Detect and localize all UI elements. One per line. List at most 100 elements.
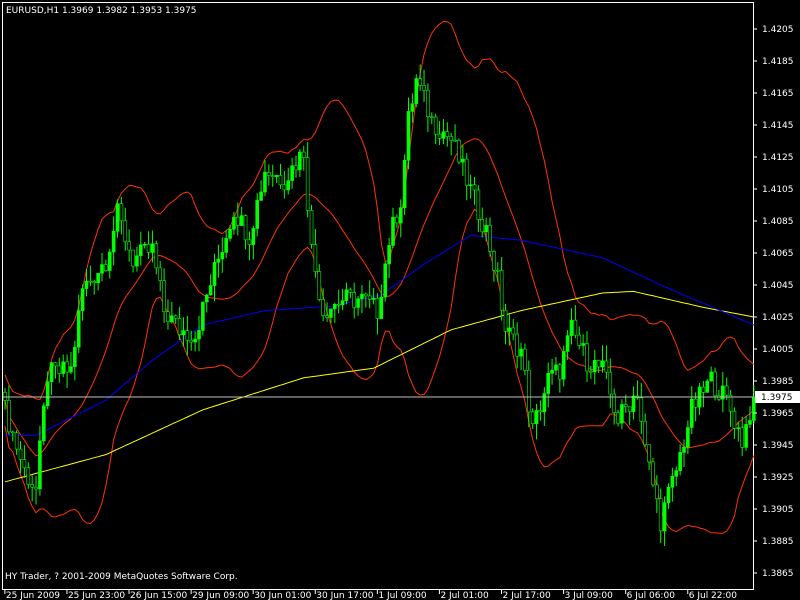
candle-body <box>589 370 593 373</box>
candle-body <box>701 386 706 393</box>
candle-body <box>127 241 131 251</box>
candle-body <box>519 348 523 357</box>
y-tick-label: 1.4105 <box>762 185 794 195</box>
x-tick-label: 2 Jul 17:00 <box>503 591 552 600</box>
candle-body <box>69 366 73 373</box>
candle-body <box>321 299 325 316</box>
candle-body <box>429 116 434 119</box>
x-tick-label: 3 Jul 09:00 <box>565 591 614 600</box>
candle-body <box>352 292 357 308</box>
candle-body <box>212 261 217 286</box>
candle-body <box>88 280 93 283</box>
candle-body <box>294 165 298 171</box>
candle-body <box>585 343 589 372</box>
candle-body <box>18 448 23 460</box>
y-tick-label: 1.4125 <box>762 153 794 163</box>
y-tick-label: 1.3985 <box>762 377 794 387</box>
y-tick-label: 1.3865 <box>762 569 794 579</box>
candle-body <box>499 270 504 311</box>
candle-body <box>65 361 69 373</box>
candle-body <box>461 158 465 163</box>
candle-body <box>344 289 349 301</box>
candle-body <box>732 410 737 429</box>
y-tick-label: 1.4205 <box>762 25 794 35</box>
y-tick-label: 1.3945 <box>762 441 794 451</box>
candle-body <box>305 157 310 211</box>
x-tick-label: 30 Jun 01:00 <box>254 591 311 600</box>
candle-body <box>123 220 128 243</box>
candle-body <box>740 427 745 448</box>
candle-body <box>173 315 178 319</box>
candle-body <box>301 151 306 158</box>
candle-body <box>682 447 686 453</box>
candle-body <box>34 486 38 490</box>
candle-body <box>608 371 613 395</box>
y-tick-label: 1.3885 <box>762 537 794 547</box>
candle-body <box>73 346 77 367</box>
candle-body <box>111 231 116 253</box>
candle-body <box>488 225 492 252</box>
candle-body <box>30 484 34 488</box>
current-price-label: 1.3975 <box>761 393 793 403</box>
candle-body <box>554 364 558 371</box>
candle-body <box>468 184 473 187</box>
candle-body <box>45 381 50 407</box>
candle-body <box>655 484 659 500</box>
candle-body <box>290 165 294 181</box>
candle-body <box>119 203 124 222</box>
candle-body <box>220 252 225 260</box>
y-tick-label: 1.3925 <box>762 473 794 483</box>
candle-body <box>550 369 554 374</box>
candle-body <box>367 295 372 300</box>
candle-body <box>317 271 322 300</box>
candle-body <box>115 203 120 232</box>
candle-body <box>530 411 535 425</box>
candle-body <box>748 420 752 425</box>
candle-body <box>80 288 85 311</box>
candle-body <box>464 158 469 186</box>
candle-body <box>441 131 446 139</box>
x-tick-label: 29 Jun 09:00 <box>192 591 249 600</box>
candle-body <box>561 351 566 380</box>
candle-body <box>49 362 54 383</box>
candle-body <box>379 296 384 319</box>
candle-body <box>57 365 62 374</box>
candle-body <box>270 175 275 177</box>
candle-body <box>193 338 197 343</box>
x-tick-label: 6 Jul 22:00 <box>689 591 738 600</box>
candle-body <box>146 243 151 253</box>
candle-body <box>185 330 190 341</box>
chart-frame <box>2 2 754 590</box>
candle-body <box>228 228 232 239</box>
candle-body <box>689 398 694 428</box>
candle-body <box>356 298 360 308</box>
candle-body <box>107 251 112 271</box>
candle-body <box>678 452 682 471</box>
candle-body <box>154 243 159 269</box>
candle-body <box>705 380 710 393</box>
y-tick-label: 1.3905 <box>762 505 794 515</box>
y-tick-label: 1.4025 <box>762 313 794 323</box>
candle-body <box>623 404 628 408</box>
candle-body <box>53 362 58 367</box>
candle-body <box>26 467 31 485</box>
candle-body <box>38 440 42 490</box>
candle-body <box>647 444 651 463</box>
candle-body <box>573 319 578 336</box>
candle-body <box>480 219 485 233</box>
candle-body <box>10 431 15 434</box>
candle-body <box>360 293 364 300</box>
price-chart[interactable]: 1.4205 1.4185 1.4165 1.4145 1.4125 1.4105 1.40… <box>0 0 800 600</box>
candle-body <box>546 372 551 394</box>
candle-body <box>658 498 663 532</box>
x-tick-label: 30 Jun 17:00 <box>316 591 373 600</box>
candle-body <box>414 78 419 105</box>
candle-body <box>631 395 636 412</box>
candle-body <box>492 251 496 271</box>
candle-body <box>298 151 302 171</box>
candle-body <box>666 486 671 504</box>
candle-body <box>693 398 698 408</box>
candle-body <box>135 255 139 267</box>
candle-body <box>398 207 403 224</box>
candle-body <box>736 427 741 430</box>
